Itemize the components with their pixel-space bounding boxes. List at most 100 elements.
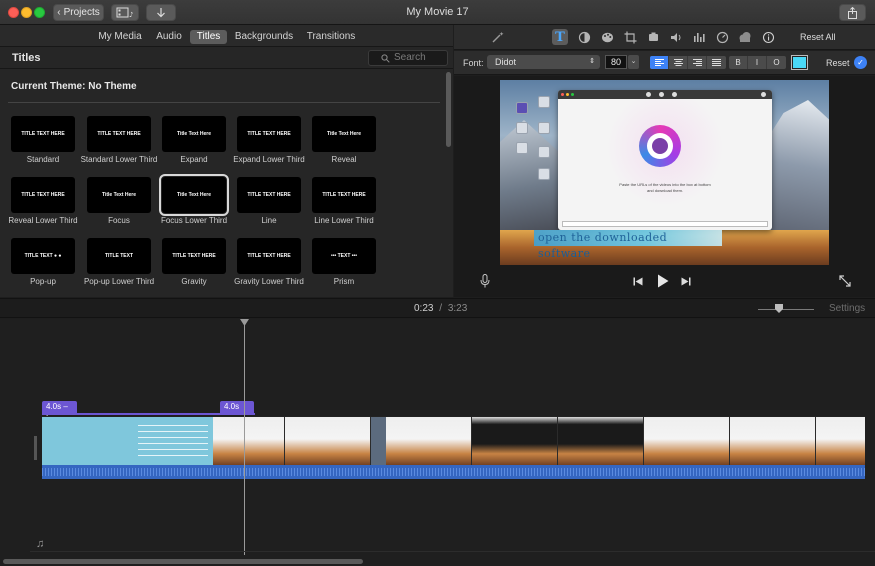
zoom-slider-knob[interactable] bbox=[775, 304, 783, 313]
title-tile-prism[interactable]: ••• TEXT ••• bbox=[312, 238, 376, 274]
text-icon[interactable]: T bbox=[552, 29, 568, 45]
timeline-header: 0:23 / 3:23 Settings bbox=[0, 298, 875, 318]
align-left-button[interactable] bbox=[650, 56, 669, 69]
alignment-segment bbox=[650, 56, 726, 69]
title-tile-standard-lower-third[interactable]: TITLE TEXT HERE bbox=[87, 116, 151, 152]
font-size-dropdown[interactable]: ⌄ bbox=[628, 55, 639, 69]
title-tile-expand[interactable]: Title Text Here bbox=[162, 116, 226, 152]
titles-browser: Current Theme: No Theme TITLE TEXT HERE S… bbox=[0, 69, 453, 297]
tab-titles[interactable]: Titles bbox=[190, 30, 227, 44]
title-tile-gravity[interactable]: TITLE TEXT HERE bbox=[162, 238, 226, 274]
align-right-button[interactable] bbox=[688, 56, 707, 69]
font-controls: Font: Didot ⇕ 80 ⌄ B I O Reset ✓ bbox=[454, 51, 875, 75]
title-overlay-text[interactable]: open the downloaded software bbox=[534, 230, 722, 260]
title-tile-pop-up-lower-third[interactable]: TITLE TEXT bbox=[87, 238, 151, 274]
browser-header: Titles Search bbox=[0, 47, 453, 69]
title-tile-gravity-lower-third[interactable]: TITLE TEXT HERE bbox=[237, 238, 301, 274]
zoom-slider-track[interactable] bbox=[758, 309, 814, 310]
desktop-file-icon bbox=[516, 142, 528, 154]
skip-back-icon[interactable] bbox=[632, 272, 644, 290]
title-clip-1-bar[interactable] bbox=[42, 413, 222, 415]
tab-transitions[interactable]: Transitions bbox=[304, 30, 358, 44]
italic-button[interactable]: I bbox=[748, 56, 767, 69]
align-center-button[interactable] bbox=[669, 56, 688, 69]
app-instructions: Paste the URLs of the videos into the bo… bbox=[619, 182, 711, 193]
timeline-scrollbar[interactable] bbox=[3, 559, 363, 564]
title-clip-2[interactable]: 4.0s –... bbox=[220, 401, 254, 423]
app-title-bar bbox=[558, 90, 772, 99]
fullscreen-icon[interactable] bbox=[838, 272, 852, 290]
current-theme-label: Current Theme: No Theme bbox=[11, 81, 137, 92]
equalizer-icon[interactable] bbox=[692, 30, 706, 44]
video-clip[interactable] bbox=[42, 416, 865, 465]
search-icon bbox=[381, 54, 390, 63]
current-time: 0:23 bbox=[414, 303, 434, 314]
magic-wand-icon[interactable]: ✦ bbox=[490, 30, 504, 44]
tile-preview-text: TITLE TEXT HERE bbox=[21, 131, 65, 137]
search-field[interactable]: Search bbox=[368, 50, 448, 66]
tab-backgrounds[interactable]: Backgrounds bbox=[234, 30, 294, 44]
reset-all-button[interactable]: Reset All bbox=[800, 32, 836, 42]
title-tile-focus[interactable]: Title Text Here bbox=[87, 177, 151, 213]
clip-frame bbox=[816, 417, 865, 465]
volume-icon[interactable] bbox=[669, 30, 683, 44]
title-clip-1[interactable]: 4.0s – I... bbox=[42, 401, 77, 423]
tile-preview-text: Title Text Here bbox=[102, 192, 136, 198]
camera-stabilize-icon[interactable] bbox=[646, 30, 660, 44]
tile-preview-text: TITLE TEXT HERE bbox=[172, 253, 216, 259]
title-tile-reveal-lower-third[interactable]: TITLE TEXT HERE bbox=[11, 177, 75, 213]
outline-button[interactable]: O bbox=[767, 56, 786, 69]
font-style-segment: B I O bbox=[729, 56, 786, 69]
tile-preview-text: TITLE TEXT HERE bbox=[247, 253, 291, 259]
skip-forward-icon[interactable] bbox=[680, 272, 692, 290]
time-separator: / bbox=[439, 303, 443, 314]
mountain-left bbox=[500, 120, 560, 230]
library-tabs: My Media Audio Titles Backgrounds Transi… bbox=[0, 25, 453, 47]
font-size-field[interactable]: 80 bbox=[605, 55, 627, 69]
clip-frame bbox=[730, 417, 816, 465]
font-select[interactable]: Didot ⇕ bbox=[487, 55, 600, 69]
clip-audio-waveform[interactable] bbox=[42, 465, 865, 479]
share-button[interactable] bbox=[839, 4, 866, 21]
play-icon[interactable] bbox=[655, 272, 671, 290]
microphone-icon[interactable] bbox=[478, 272, 492, 290]
share-icon bbox=[848, 6, 857, 19]
bold-button[interactable]: B bbox=[729, 56, 748, 69]
title-tile-line[interactable]: TITLE TEXT HERE bbox=[237, 177, 301, 213]
tab-audio[interactable]: Audio bbox=[152, 30, 186, 44]
color-balance-icon[interactable] bbox=[577, 30, 591, 44]
tile-preview-text: TITLE TEXT HERE bbox=[21, 192, 65, 198]
text-color-well[interactable] bbox=[791, 55, 808, 70]
title-tile-expand-lower-third[interactable]: TITLE TEXT HERE bbox=[237, 116, 301, 152]
color-palette-icon[interactable] bbox=[600, 30, 614, 44]
tab-my-media[interactable]: My Media bbox=[96, 30, 144, 44]
clip-frame bbox=[472, 417, 558, 465]
checkmark-icon[interactable]: ✓ bbox=[854, 56, 867, 69]
clip-frame bbox=[213, 417, 285, 465]
tile-preview-text: Title Text Here bbox=[327, 131, 361, 137]
align-justify-button[interactable] bbox=[707, 56, 726, 69]
track-handle[interactable] bbox=[34, 436, 37, 460]
title-tile-standard[interactable]: TITLE TEXT HERE bbox=[11, 116, 75, 152]
crop-icon[interactable] bbox=[623, 30, 637, 44]
noise-reduction-icon[interactable] bbox=[738, 30, 752, 44]
title-tile-reveal[interactable]: Title Text Here bbox=[312, 116, 376, 152]
chevron-down-icon: ⌄ bbox=[630, 58, 637, 65]
info-icon[interactable] bbox=[761, 30, 775, 44]
title-tile-focus-lower-third[interactable]: Title Text Here bbox=[159, 174, 229, 216]
speed-icon[interactable] bbox=[715, 30, 729, 44]
clip-frame bbox=[42, 417, 213, 465]
playhead[interactable] bbox=[244, 319, 245, 555]
title-tile-line-lower-third[interactable]: TITLE TEXT HERE bbox=[312, 177, 376, 213]
reset-button[interactable]: Reset bbox=[826, 58, 850, 68]
settings-button[interactable]: Settings bbox=[829, 303, 865, 314]
title-tile-pop-up[interactable]: TITLE TEXT ● ● bbox=[11, 238, 75, 274]
desktop-file-icon bbox=[538, 122, 550, 134]
tile-preview-text: Title Text Here bbox=[177, 131, 211, 137]
title-clip-2-bar[interactable] bbox=[220, 413, 255, 415]
video-preview[interactable]: Paste the URLs of the videos into the bo… bbox=[500, 80, 829, 265]
timeline[interactable]: 4.0s – I... 4.0s –... ♫ bbox=[0, 319, 875, 566]
desktop-file-icon bbox=[516, 122, 528, 134]
total-time: 3:23 bbox=[447, 303, 468, 314]
browser-scrollbar[interactable] bbox=[446, 72, 451, 147]
